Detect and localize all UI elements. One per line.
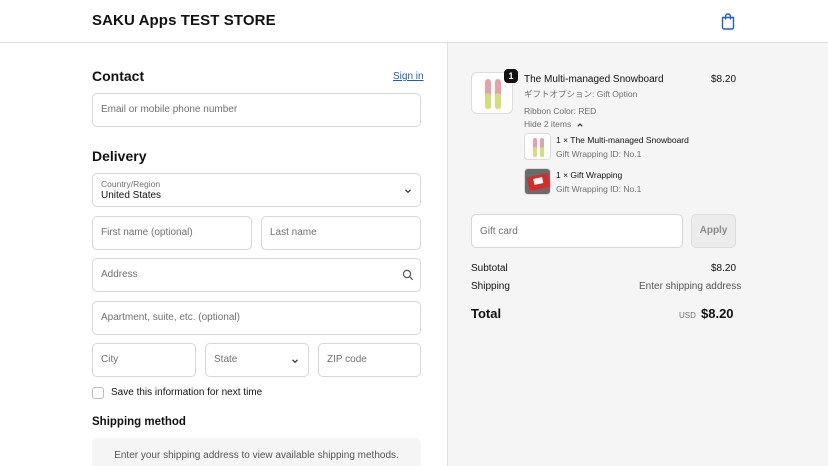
sub-item-detail: Gift Wrapping ID: No.1 [556, 184, 642, 194]
shopping-bag-icon[interactable] [720, 12, 736, 30]
apartment-field[interactable]: Apartment, suite, etc. (optional) [92, 301, 421, 335]
apply-button[interactable]: Apply [691, 214, 736, 248]
zip-field[interactable]: ZIP code [318, 343, 421, 377]
header: SAKU Apps TEST STORE [0, 0, 828, 43]
subtotal-value: $8.20 [711, 263, 737, 274]
currency-code: USD [679, 311, 696, 320]
chevron-down-icon [405, 189, 411, 194]
hide-items-toggle[interactable]: Hide 2 items [524, 119, 584, 129]
total-label: Total [471, 306, 502, 321]
city-placeholder: City [101, 354, 119, 365]
last-name-field[interactable]: Last name [261, 216, 421, 250]
zip-placeholder: ZIP code [327, 354, 367, 365]
city-field[interactable]: City [92, 343, 196, 377]
state-select[interactable]: State [205, 343, 309, 377]
save-info-checkbox[interactable] [92, 387, 104, 399]
email-placeholder: Email or mobile phone number [101, 104, 238, 115]
subtotal-label: Subtotal [471, 263, 508, 274]
delivery-title: Delivery [92, 148, 147, 164]
apartment-placeholder: Apartment, suite, etc. (optional) [101, 312, 240, 323]
hide-items-label: Hide 2 items [524, 119, 572, 129]
sub-item-title: 1 × The Multi-managed Snowboard [556, 135, 689, 145]
sub-item-detail: Gift Wrapping ID: No.1 [556, 149, 642, 159]
chevron-down-icon [292, 359, 298, 364]
sign-in-link[interactable]: Sign in [393, 71, 424, 82]
address-field[interactable]: Address [92, 258, 421, 292]
shipping-method-notice: Enter your shipping address to view avai… [92, 438, 421, 466]
last-name-placeholder: Last name [270, 227, 317, 238]
contact-title: Contact [92, 68, 145, 84]
state-placeholder: State [214, 354, 238, 365]
address-placeholder: Address [101, 269, 138, 280]
sub-item-title: 1 × Gift Wrapping [556, 170, 623, 180]
product-title: The Multi-managed Snowboard [524, 74, 664, 85]
chevron-up-icon [576, 122, 583, 127]
product-price: $8.20 [711, 74, 737, 85]
quantity-badge: 1 [504, 69, 518, 83]
sub-item-thumbnail [524, 168, 551, 195]
sub-item-thumbnail [524, 133, 551, 160]
total-value: $8.20 [701, 306, 734, 321]
gift-card-field[interactable]: Gift card [471, 214, 683, 248]
gift-card-placeholder: Gift card [480, 226, 518, 237]
ribbon-color: Ribbon Color: RED [524, 106, 597, 116]
store-name[interactable]: SAKU Apps TEST STORE [92, 12, 276, 29]
shipping-value: Enter shipping address [639, 281, 742, 292]
first-name-field[interactable]: First name (optional) [92, 216, 252, 250]
shipping-label: Shipping [471, 281, 510, 292]
save-info-label[interactable]: Save this information for next time [111, 387, 262, 398]
checkout-form: Contact Sign in Email or mobile phone nu… [0, 43, 447, 466]
country-value: United States [101, 190, 162, 201]
shipping-method-title: Shipping method [92, 416, 186, 428]
first-name-placeholder: First name (optional) [101, 227, 193, 238]
country-select[interactable]: Country/Region United States [92, 173, 421, 207]
search-icon[interactable] [402, 269, 414, 281]
country-label: Country/Region [101, 179, 161, 189]
shipping-method-message: Enter your shipping address to view avai… [114, 450, 399, 461]
email-field[interactable]: Email or mobile phone number [92, 93, 421, 127]
product-option: ギフトオプション: Gift Option [524, 89, 638, 99]
